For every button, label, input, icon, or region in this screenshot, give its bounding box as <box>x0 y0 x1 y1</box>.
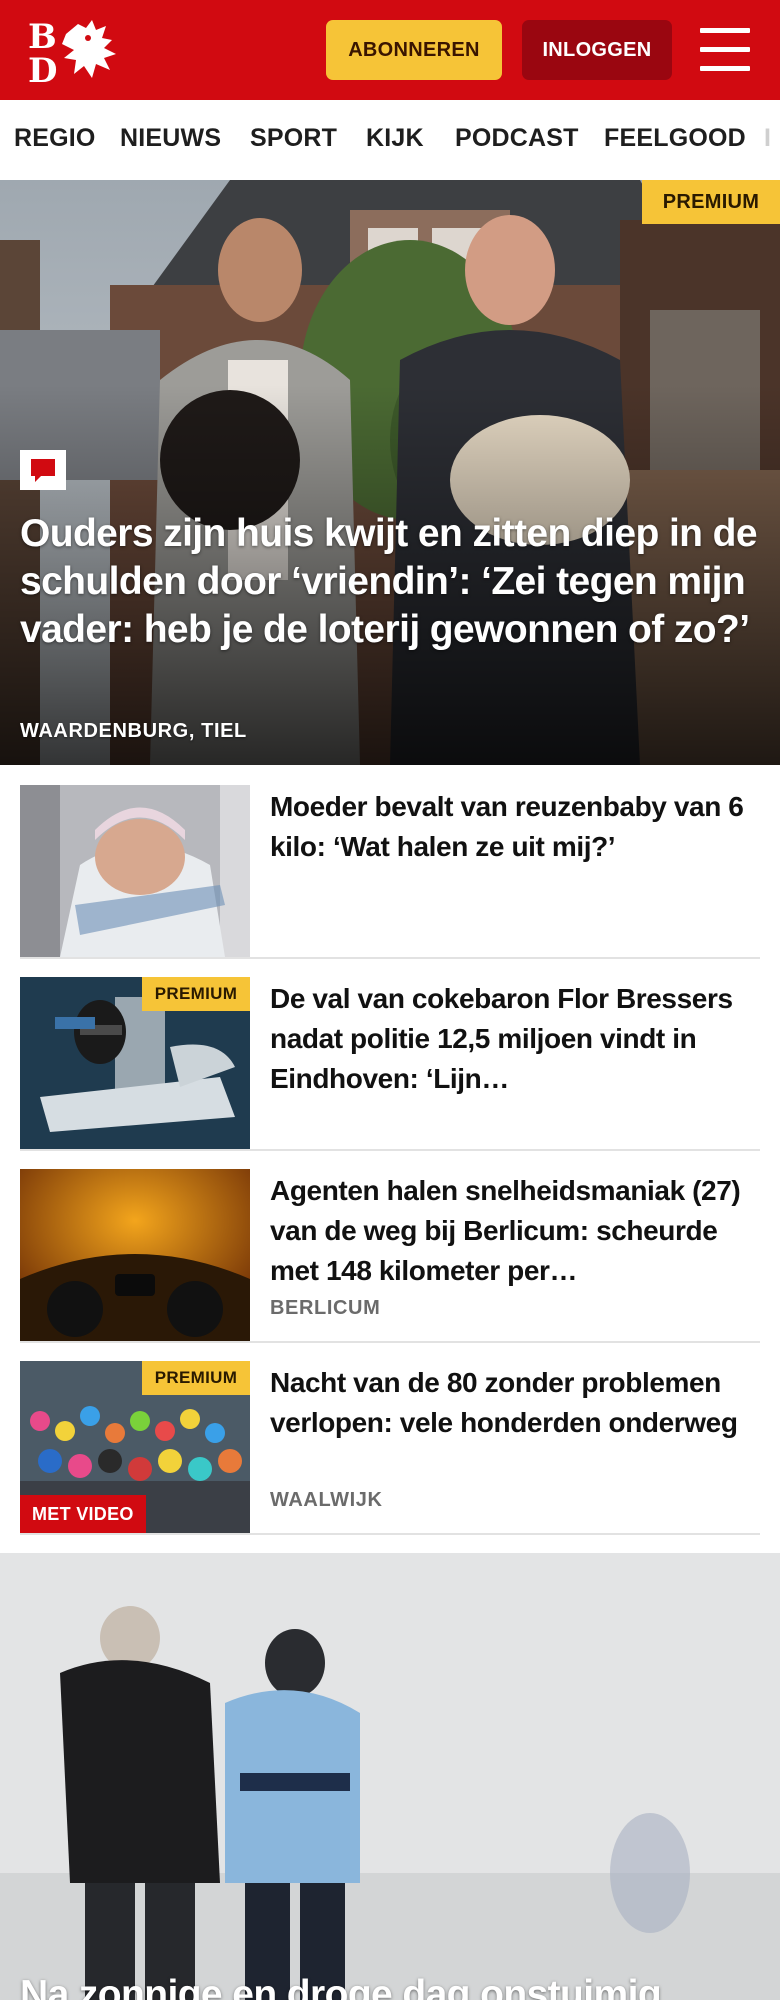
nav-item-nieuws[interactable]: NIEUWS <box>120 124 221 153</box>
article-thumbnail <box>20 785 250 957</box>
nav-item-feelgood[interactable]: FEELGOOD <box>604 124 746 153</box>
svg-text:D: D <box>28 51 57 86</box>
article-card[interactable]: Agenten halen snelheidsmaniak (27) van d… <box>20 1169 760 1343</box>
article-card[interactable]: PREMIUM De val van cokebaron Flor Bresse… <box>20 977 760 1151</box>
subscribe-button[interactable]: ABONNEREN <box>326 20 502 80</box>
hero-headline[interactable]: Ouders zijn huis kwijt en zitten diep in… <box>20 510 760 654</box>
hero-article[interactable]: PREMIUM Ouders zijn huis kwijt en zitten… <box>0 180 780 765</box>
article-location: BERLICUM <box>270 1297 381 1319</box>
video-badge: MET VIDEO <box>20 1495 146 1533</box>
nav-item-sport[interactable]: SPORT <box>250 124 337 153</box>
comment-icon[interactable] <box>20 450 66 490</box>
hero-image <box>0 180 780 765</box>
feature-article[interactable]: Na zonnige en droge dag onstuimig <box>0 1553 780 2000</box>
nav-fade <box>744 100 780 180</box>
premium-badge: PREMIUM <box>142 977 250 1011</box>
bd-logo[interactable]: B D <box>26 14 126 91</box>
article-thumbnail <box>20 1169 250 1341</box>
feature-headline[interactable]: Na zonnige en droge dag onstuimig <box>20 1971 760 2000</box>
premium-badge: PREMIUM <box>642 180 780 224</box>
article-headline[interactable]: Moeder bevalt van reuzenbaby van 6 kilo:… <box>270 787 760 867</box>
article-headline[interactable]: De val van cokebaron Flor Bressers nadat… <box>270 979 760 1099</box>
premium-badge: PREMIUM <box>142 1361 250 1395</box>
hero-location: WAARDENBURG, TIEL <box>20 720 247 742</box>
site-header: B D ABONNEREN INLOGGEN <box>0 0 780 100</box>
nav-item-regio[interactable]: REGIO <box>14 124 96 153</box>
article-thumbnail: PREMIUM <box>20 977 250 1149</box>
section-nav: REGIO NIEUWS SPORT KIJK PODCAST FEELGOOD… <box>0 100 780 181</box>
nav-overflow-hint: I <box>764 124 771 152</box>
article-thumbnail: PREMIUM MET VIDEO <box>20 1361 250 1533</box>
feature-image <box>0 1553 780 2000</box>
article-headline[interactable]: Nacht van de 80 zonder problemen verlope… <box>270 1363 760 1443</box>
login-button[interactable]: INLOGGEN <box>522 20 672 80</box>
article-location: WAALWIJK <box>270 1489 383 1511</box>
hamburger-menu-icon[interactable] <box>700 28 752 72</box>
article-card[interactable]: Moeder bevalt van reuzenbaby van 6 kilo:… <box>20 785 760 959</box>
nav-item-kijk[interactable]: KIJK <box>366 124 424 153</box>
nav-item-podcast[interactable]: PODCAST <box>455 124 579 153</box>
article-headline[interactable]: Agenten halen snelheidsmaniak (27) van d… <box>270 1171 760 1291</box>
article-card[interactable]: PREMIUM MET VIDEO Nacht van de 80 zonder… <box>20 1361 760 1535</box>
